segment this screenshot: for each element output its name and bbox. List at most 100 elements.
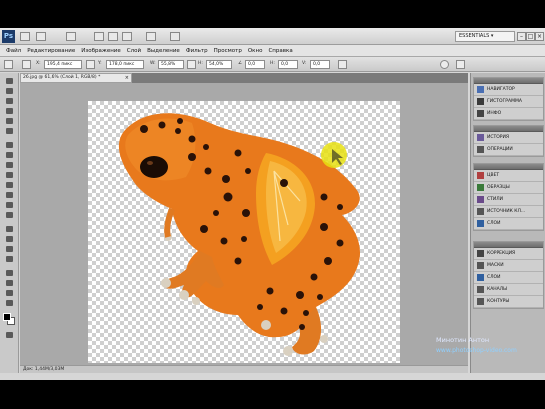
channels-icon — [477, 286, 484, 293]
panel-item[interactable]: НАВИГАТОР — [474, 84, 543, 96]
commit-transform-icon[interactable] — [456, 60, 465, 69]
x-field[interactable]: 195,4 пикс — [44, 60, 82, 69]
h-skew-field[interactable]: 0,0 — [278, 60, 298, 69]
maximize-button[interactable]: □ — [526, 32, 535, 41]
brush-tool-icon[interactable] — [4, 151, 15, 159]
options-bar: X: 195,4 пикс Y: 178,0 пикс W: 55,8% H: … — [0, 57, 545, 72]
tool-preset-icon[interactable] — [4, 60, 13, 69]
panel-item[interactable]: ГИСТОГРАММА — [474, 96, 543, 108]
link-icon[interactable] — [187, 60, 196, 69]
menu-layer[interactable]: Слой — [127, 48, 141, 54]
panel-item[interactable]: СТИЛИ — [474, 194, 543, 206]
menu-edit[interactable]: Редактирование — [27, 48, 75, 54]
quick-selection-tool-icon[interactable] — [4, 107, 15, 115]
navigator-icon — [477, 86, 484, 93]
panel-item[interactable]: ИНФО — [474, 108, 543, 120]
healing-brush-tool-icon[interactable] — [4, 141, 15, 149]
y-field[interactable]: 178,0 пикс — [106, 60, 144, 69]
close-button[interactable]: × — [535, 32, 544, 41]
3d-orbit-tool-icon[interactable] — [4, 279, 15, 287]
workspace-switcher[interactable]: ESSENTIALS ▾ — [455, 31, 515, 42]
clone-source-icon — [477, 208, 484, 215]
panel-item[interactable]: КОРРЕКЦИЯ — [474, 248, 543, 260]
hand-tool-icon[interactable] — [94, 32, 104, 41]
marquee-tool-icon[interactable] — [4, 87, 15, 95]
panel-item[interactable]: ОПЕРАЦИИ — [474, 144, 543, 156]
rotate-view-icon[interactable] — [122, 32, 132, 41]
document-close-icon[interactable]: × — [125, 74, 129, 82]
panel-item[interactable]: ОБРАЗЦЫ — [474, 182, 543, 194]
v-skew-field[interactable]: 0,0 — [310, 60, 330, 69]
menu-select[interactable]: Выделение — [147, 48, 180, 54]
width-field[interactable]: 55,8% — [158, 60, 184, 69]
menu-file[interactable]: Файл — [6, 48, 21, 54]
clone-stamp-tool-icon[interactable] — [4, 161, 15, 169]
dodge-tool-icon[interactable] — [4, 211, 15, 219]
relative-position-icon[interactable] — [86, 60, 95, 69]
adjustments-icon — [477, 250, 484, 257]
foreground-color-swatch[interactable] — [3, 313, 11, 321]
styles-icon — [477, 196, 484, 203]
lasso-tool-icon[interactable] — [4, 97, 15, 105]
document-tab[interactable]: 26.jpg @ 61,6% (Слой 1, RGB/8) * × — [20, 73, 132, 83]
watermark-site: www.photoshop-video.com — [436, 347, 517, 354]
panel-item-label: КОНТУРЫ — [487, 299, 510, 304]
menu-filter[interactable]: Фильтр — [186, 48, 208, 54]
reference-point-icon[interactable] — [22, 60, 31, 69]
layers-icon-2 — [477, 274, 484, 281]
panel-item-label: СТИЛИ — [487, 197, 504, 202]
panel-item[interactable]: МАСКИ — [474, 260, 543, 272]
minibridge-icon[interactable] — [36, 32, 46, 41]
menu-image[interactable]: Изображение — [81, 48, 121, 54]
shape-tool-icon[interactable] — [4, 255, 15, 263]
panel-item[interactable]: ЦВЕТ — [474, 170, 543, 182]
minimize-button[interactable]: – — [517, 32, 526, 41]
screen-mode-icon[interactable] — [170, 32, 180, 41]
panel-item-label: МАСКИ — [487, 263, 504, 268]
type-tool-icon[interactable] — [4, 235, 15, 243]
eraser-tool-icon[interactable] — [4, 181, 15, 189]
pen-tool-icon[interactable] — [4, 225, 15, 233]
panel-item-label: ЦВЕТ — [487, 173, 500, 178]
panel-item[interactable]: ИСТОЧНИК КЛ... — [474, 206, 543, 218]
arrange-documents-icon[interactable] — [146, 32, 156, 41]
blur-tool-icon[interactable] — [4, 201, 15, 209]
h-skew-label: H: — [270, 61, 275, 66]
bridge-icon[interactable] — [20, 32, 30, 41]
panel-item[interactable]: КАНАЛЫ — [474, 284, 543, 296]
zoom-tool-icon[interactable] — [108, 32, 118, 41]
frog-image — [118, 113, 361, 356]
histogram-icon — [477, 98, 484, 105]
frog-eye — [140, 156, 168, 178]
panel-item[interactable]: СЛОИ — [474, 218, 543, 230]
crop-tool-icon[interactable] — [4, 117, 15, 125]
move-tool-icon[interactable] — [4, 77, 15, 85]
warp-mode-icon[interactable] — [338, 60, 347, 69]
menu-bar: Файл Редактирование Изображение Слой Выд… — [0, 45, 545, 57]
panel-item-label: ОПЕРАЦИИ — [487, 147, 513, 152]
angle-field[interactable]: 0,0 — [245, 60, 265, 69]
angle-label: ∠ — [238, 61, 243, 66]
path-selection-tool-icon[interactable] — [4, 245, 15, 253]
menu-view[interactable]: Просмотр — [214, 48, 242, 54]
panel-item-label: ИСТОРИЯ — [487, 135, 510, 140]
watermark: Минотин Антон www.photoshop-video.com — [432, 334, 544, 368]
cancel-transform-icon[interactable] — [440, 60, 449, 69]
panel-item-label: КОРРЕКЦИЯ — [487, 251, 516, 256]
zoom-tool-icon-2[interactable] — [4, 299, 15, 307]
menu-help[interactable]: Справка — [268, 48, 292, 54]
gradient-tool-icon[interactable] — [4, 191, 15, 199]
height-field[interactable]: 54,0% — [206, 60, 232, 69]
zoom-level-icon[interactable] — [66, 32, 76, 41]
panel-item[interactable]: КОНТУРЫ — [474, 296, 543, 308]
panel-item[interactable]: ИСТОРИЯ — [474, 132, 543, 144]
3d-rotate-tool-icon[interactable] — [4, 269, 15, 277]
image-canvas[interactable] — [88, 101, 400, 363]
hand-tool-icon-2[interactable] — [4, 289, 15, 297]
eyedropper-tool-icon[interactable] — [4, 127, 15, 135]
quick-mask-icon[interactable] — [4, 331, 15, 339]
y-label: Y: — [98, 61, 102, 66]
panel-item[interactable]: СЛОИ — [474, 272, 543, 284]
history-brush-tool-icon[interactable] — [4, 171, 15, 179]
menu-window[interactable]: Окно — [248, 48, 263, 54]
